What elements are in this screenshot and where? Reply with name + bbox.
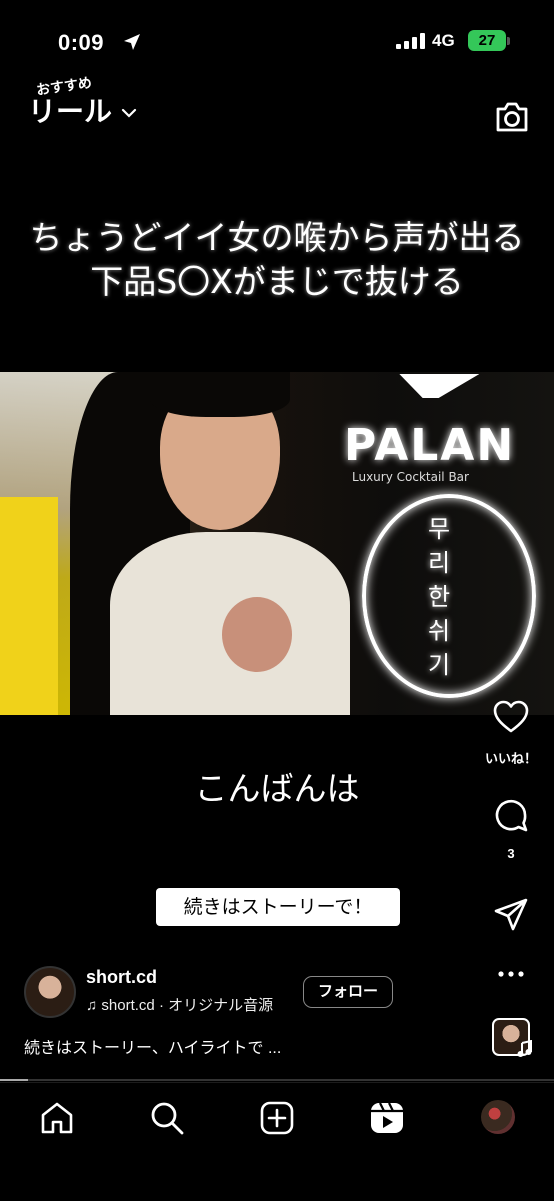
reels-icon[interactable]: [369, 1100, 405, 1136]
video-frame[interactable]: PALAN Luxury Cocktail Bar 무리한 쉬기: [0, 372, 554, 715]
search-icon[interactable]: [149, 1100, 185, 1136]
battery-tip: [507, 37, 510, 45]
audio-label: short.cd · オリジナル音源: [101, 997, 274, 1014]
signal-icon: [396, 33, 425, 49]
like-label: いいね！: [484, 751, 537, 766]
music-note-icon: ♫: [86, 997, 102, 1014]
playback-progress-fill: [0, 1079, 28, 1081]
overlay-caption: ちょうどイイ女の喉から声が出る 下品S〇Xがまじで抜ける: [0, 216, 554, 304]
profile-avatar[interactable]: [481, 1100, 515, 1134]
comment-count: 3: [507, 846, 515, 861]
story-link-button[interactable]: 続きはストーリーで！: [156, 888, 400, 926]
more-icon[interactable]: [492, 955, 530, 993]
avatar[interactable]: [24, 966, 76, 1018]
comment-icon[interactable]: [492, 796, 530, 834]
audio-info[interactable]: ♫ short.cd · オリジナル音源: [86, 994, 273, 1015]
reels-title[interactable]: リール: [28, 90, 112, 130]
yellow-sign: [0, 497, 58, 715]
caption-line-1: ちょうどイイ女の喉から声が出る: [29, 218, 525, 257]
follow-button[interactable]: フォロー: [303, 976, 393, 1008]
battery-level: 27: [468, 30, 506, 51]
chevron-down-icon[interactable]: [120, 106, 138, 120]
playback-progress-track[interactable]: [0, 1079, 554, 1081]
home-icon[interactable]: [39, 1100, 75, 1136]
sweater-cutout: [222, 597, 292, 672]
camera-icon[interactable]: [494, 100, 530, 134]
neon-sign-text: PALAN: [344, 420, 516, 471]
create-icon[interactable]: [259, 1100, 295, 1136]
heart-icon[interactable]: [492, 698, 530, 736]
location-arrow-icon: [124, 34, 140, 50]
send-icon[interactable]: [492, 896, 530, 934]
neon-vertical-text: 무리한 쉬기: [427, 515, 451, 679]
video-subtitle: こんばんは: [194, 769, 360, 808]
network-type: 4G: [432, 31, 455, 50]
neon-sign-subtext: Luxury Cocktail Bar: [352, 470, 469, 484]
music-note-icon: [517, 1040, 532, 1057]
neon-arrow: [391, 374, 480, 398]
username[interactable]: short.cd: [86, 967, 157, 988]
reel-description[interactable]: 続きはストーリー、ハイライトで ...: [24, 1034, 281, 1058]
status-time: 0:09: [58, 30, 105, 55]
bangs: [150, 372, 290, 417]
caption-line-2: 下品S〇Xがまじで抜ける: [90, 262, 464, 301]
